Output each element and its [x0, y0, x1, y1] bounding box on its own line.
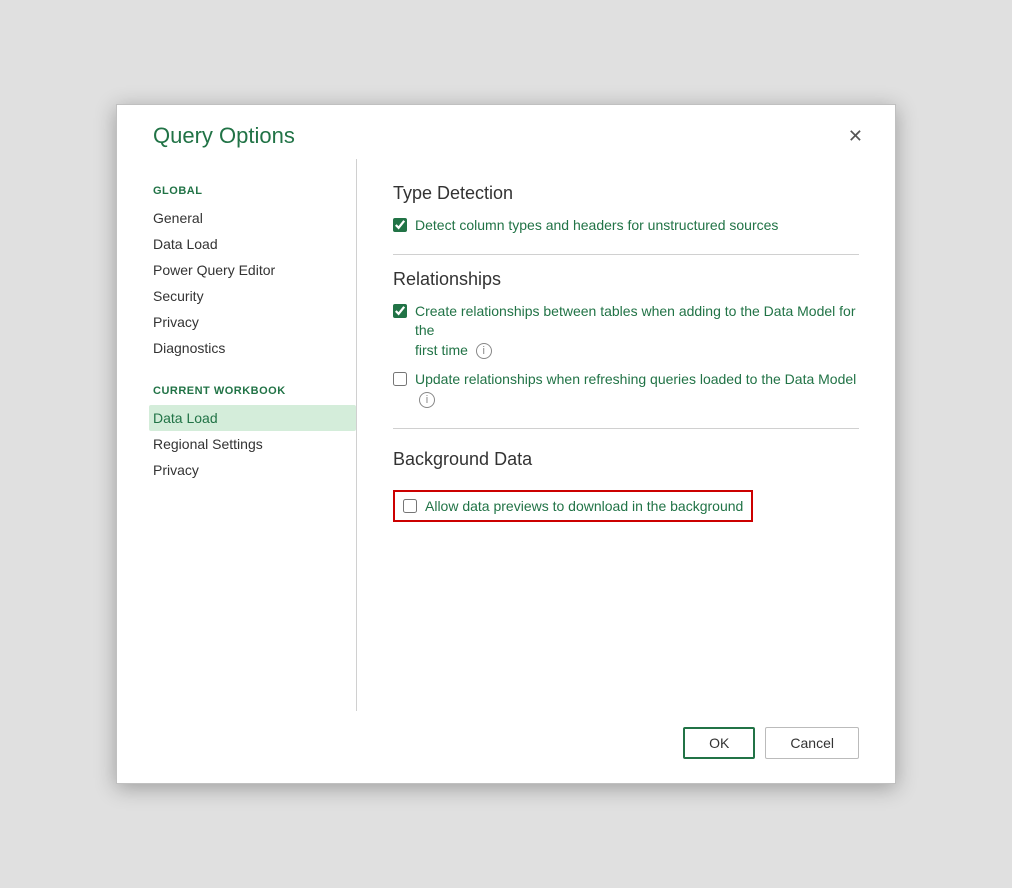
background-data-highlighted-row: Allow data previews to download in the b… — [393, 490, 753, 522]
info-icon-1: i — [476, 343, 492, 359]
sidebar-item-power-query-editor[interactable]: Power Query Editor — [153, 257, 356, 283]
sidebar-global-label: GLOBAL — [153, 185, 356, 197]
background-data-checkbox[interactable] — [403, 499, 417, 513]
type-detection-title: Type Detection — [393, 183, 859, 204]
sidebar-current-workbook-label: CURRENT WORKBOOK — [153, 385, 356, 397]
dialog-body: GLOBAL General Data Load Power Query Edi… — [117, 159, 895, 711]
query-options-dialog: Query Options ✕ GLOBAL General Data Load… — [116, 104, 896, 784]
dialog-footer: OK Cancel — [117, 711, 895, 783]
type-detection-row: Detect column types and headers for unst… — [393, 216, 859, 236]
background-data-title: Background Data — [393, 449, 859, 470]
type-detection-checkbox[interactable] — [393, 218, 407, 232]
relationships-title: Relationships — [393, 269, 859, 290]
type-detection-section: Type Detection Detect column types and h… — [393, 183, 859, 236]
relationships-row-2: Update relationships when refreshing que… — [393, 370, 859, 409]
relationships-row-1: Create relationships between tables when… — [393, 302, 859, 361]
sidebar-item-security[interactable]: Security — [153, 283, 356, 309]
relationships-checkbox-2[interactable] — [393, 372, 407, 386]
sidebar-item-diagnostics[interactable]: Diagnostics — [153, 335, 356, 361]
close-button[interactable]: ✕ — [840, 123, 871, 149]
info-icon-2: i — [419, 392, 435, 408]
type-detection-label: Detect column types and headers for unst… — [415, 216, 778, 236]
relationships-section: Relationships Create relationships betwe… — [393, 269, 859, 410]
background-data-section: Background Data Allow data previews to d… — [393, 449, 859, 522]
dialog-title: Query Options — [153, 123, 295, 149]
sidebar-item-data-load-current[interactable]: Data Load — [149, 405, 356, 431]
sidebar: GLOBAL General Data Load Power Query Edi… — [117, 159, 357, 711]
background-data-label: Allow data previews to download in the b… — [425, 498, 743, 514]
dialog-header: Query Options ✕ — [117, 105, 895, 159]
ok-button[interactable]: OK — [683, 727, 755, 759]
cancel-button[interactable]: Cancel — [765, 727, 859, 759]
sidebar-item-general[interactable]: General — [153, 205, 356, 231]
sidebar-item-privacy-current[interactable]: Privacy — [153, 457, 356, 483]
main-content: Type Detection Detect column types and h… — [357, 159, 895, 711]
sidebar-item-privacy[interactable]: Privacy — [153, 309, 356, 335]
sidebar-item-regional-settings[interactable]: Regional Settings — [153, 431, 356, 457]
relationships-label-1: Create relationships between tables when… — [415, 302, 859, 361]
relationships-label-2: Update relationships when refreshing que… — [415, 370, 859, 409]
sidebar-item-data-load[interactable]: Data Load — [153, 231, 356, 257]
relationships-checkbox-1[interactable] — [393, 304, 407, 318]
divider-1 — [393, 254, 859, 255]
divider-2 — [393, 428, 859, 429]
